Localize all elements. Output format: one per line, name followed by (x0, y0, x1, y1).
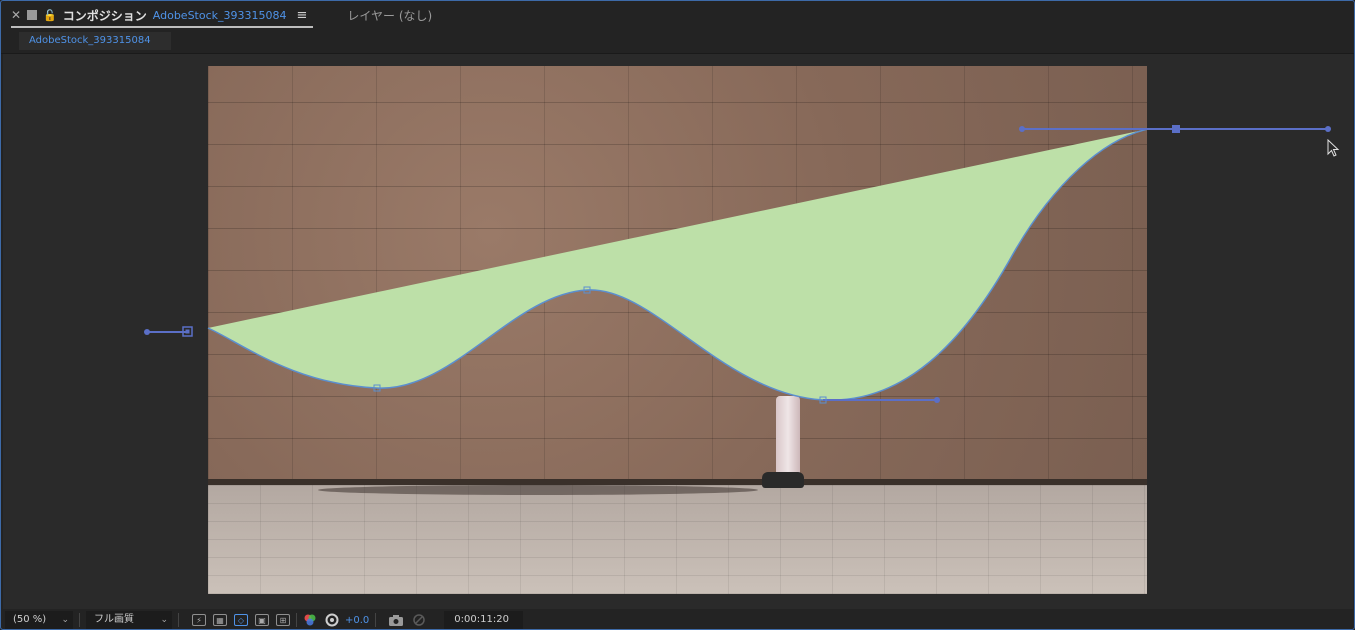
handle-point-4[interactable] (934, 397, 940, 403)
anchor-point-end[interactable] (1172, 125, 1180, 133)
mouse-cursor-icon (1327, 139, 1340, 157)
hamburger-menu-icon[interactable]: ≡ (297, 8, 308, 23)
handle-point-end-right[interactable] (1325, 126, 1331, 132)
resolution-value: フル画質 (94, 614, 134, 625)
viewer-toolbar: (50 %) ⌄ フル画質 ⌄ ⚡ ▦ ◇ ▣ ⊞ +0.0 0:00:11:2… (1, 610, 1354, 630)
current-time-display[interactable]: 0:00:11:20 (444, 611, 523, 629)
region-of-interest-icon[interactable]: ▣ (255, 614, 269, 626)
mask-visibility-icon[interactable]: ◇ (234, 614, 248, 626)
exposure-value[interactable]: +0.0 (345, 615, 369, 626)
color-channels-icon[interactable] (303, 613, 317, 627)
composition-viewer[interactable] (3, 54, 1353, 609)
show-snapshot-icon[interactable] (412, 613, 426, 627)
grid-guides-icon[interactable]: ⊞ (276, 614, 290, 626)
close-icon[interactable]: ✕ (11, 8, 21, 22)
tab-composition-name[interactable]: AdobeStock_393315084 (153, 9, 287, 22)
shape-layer-overlay (144, 125, 1331, 404)
composition-icon (27, 10, 38, 20)
tab-composition-title: コンポジション (62, 8, 147, 23)
magnification-value: (50 %) (13, 614, 47, 625)
panel-tab-bar: ✕ 🔓 コンポジション AdobeStock_393315084 ≡ レイヤー … (1, 1, 1354, 29)
toolbar-divider (296, 613, 297, 627)
reset-exposure-icon[interactable] (325, 613, 339, 627)
lock-icon[interactable]: 🔓 (43, 9, 57, 22)
anchor-point-start-inner (185, 329, 190, 334)
toolbar-divider (79, 613, 80, 627)
magnification-dropdown[interactable]: (50 %) ⌄ (5, 611, 73, 629)
transparency-grid-icon[interactable]: ▦ (213, 614, 227, 626)
handle-point-end-left[interactable] (1019, 126, 1025, 132)
comp-breadcrumb-bar: AdobeStock_393315084 (1, 29, 1354, 54)
tab-composition[interactable]: ✕ 🔓 コンポジション AdobeStock_393315084 ≡ (1, 1, 314, 29)
resolution-dropdown[interactable]: フル画質 ⌄ (86, 611, 172, 629)
comp-breadcrumb[interactable]: AdobeStock_393315084 (19, 32, 171, 50)
tab-layer[interactable]: レイヤー (なし) (347, 7, 432, 24)
toolbar-divider (375, 613, 377, 627)
camera-snapshot-icon[interactable] (388, 614, 404, 626)
chevron-down-icon: ⌄ (61, 615, 69, 625)
toolbar-divider (178, 613, 179, 627)
chevron-down-icon: ⌄ (160, 615, 168, 625)
fast-preview-icon[interactable]: ⚡ (192, 614, 206, 626)
handle-point-left[interactable] (144, 329, 150, 335)
composition-panel: ✕ 🔓 コンポジション AdobeStock_393315084 ≡ レイヤー … (0, 0, 1355, 630)
